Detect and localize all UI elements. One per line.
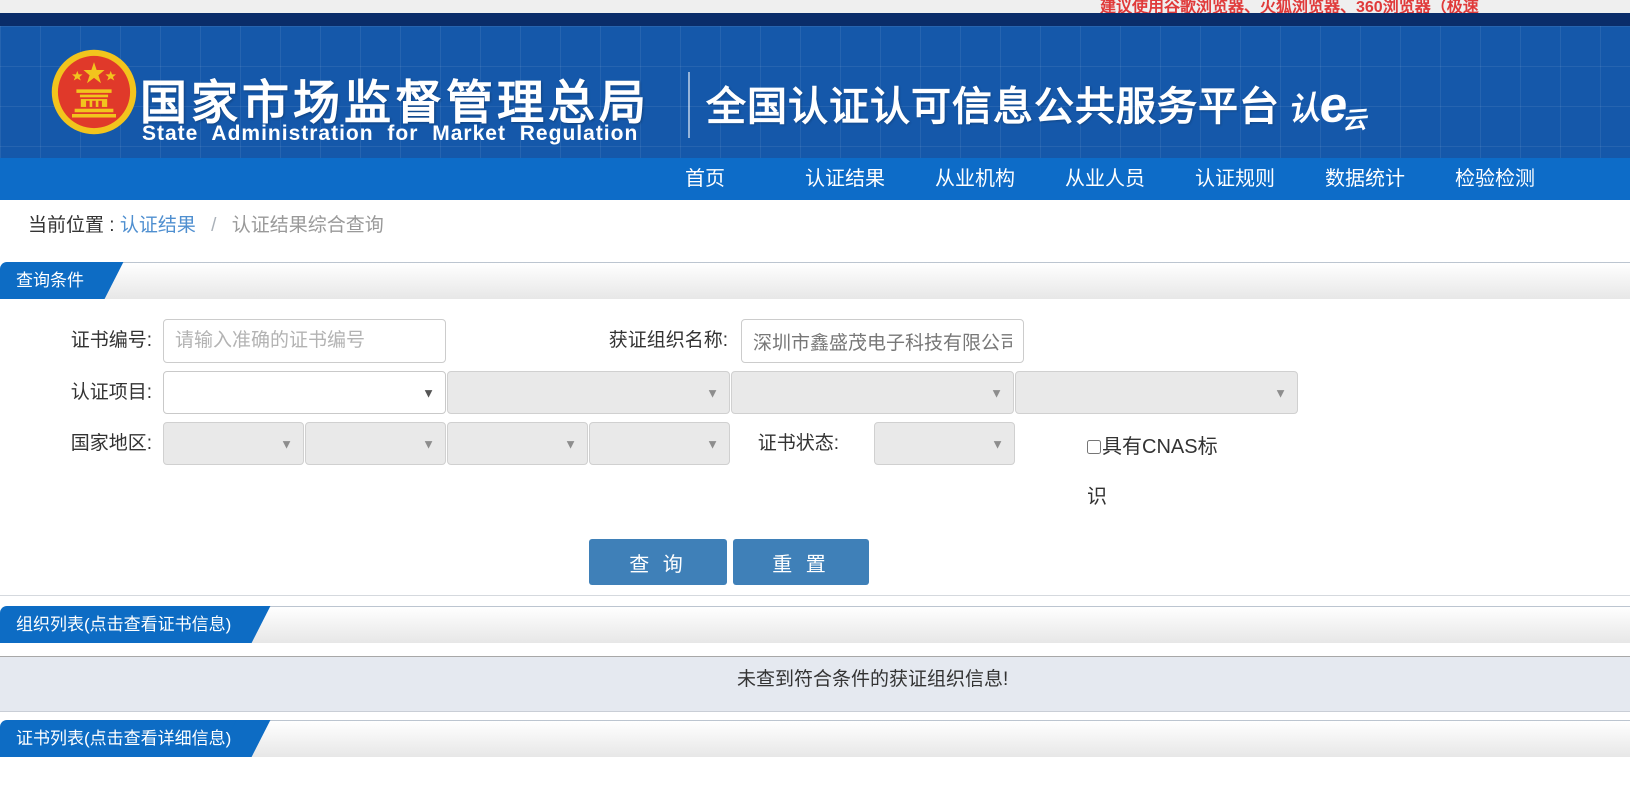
cert-project-select-1[interactable]: ▼ xyxy=(163,371,446,414)
chevron-down-icon: ▼ xyxy=(422,385,435,400)
org-list-header: 组织列表(点击查看证书信息) xyxy=(0,606,1630,643)
cert-project-select-3[interactable]: ▼ xyxy=(731,371,1014,414)
nav-item-home[interactable]: 首页 xyxy=(685,158,725,200)
org-name-en: State Administration for Market Regulati… xyxy=(142,122,639,145)
country-select-2[interactable]: ▼ xyxy=(305,422,446,465)
spacer xyxy=(0,252,1630,262)
site-header: 国家市场监督管理总局 State Administration for Mark… xyxy=(0,26,1630,158)
cert-list-panel: 证书列表(点击查看详细信息) xyxy=(0,720,1630,757)
chevron-down-icon: ▼ xyxy=(1274,385,1287,400)
form-row-cert-project: 认证项目: ▼ ▼ ▼ ▼ xyxy=(0,371,1630,414)
cnas-checkbox[interactable] xyxy=(1087,440,1101,454)
cnas-checkbox-group: 具有CNAS标识 xyxy=(1087,422,1227,522)
logo-part-yun: 云 xyxy=(1341,106,1368,136)
top-navy-divider xyxy=(0,13,1630,26)
breadcrumb: 当前位置 : 认证结果 / 认证结果综合查询 xyxy=(0,200,1630,252)
search-button[interactable]: 查 询 xyxy=(589,539,727,585)
spacer xyxy=(0,712,1630,720)
reset-button[interactable]: 重 置 xyxy=(733,539,869,585)
chevron-down-icon: ▼ xyxy=(991,436,1004,451)
cert-project-select-2[interactable]: ▼ xyxy=(447,371,730,414)
chevron-down-icon: ▼ xyxy=(706,436,719,451)
country-select-4[interactable]: ▼ xyxy=(589,422,730,465)
spacer xyxy=(0,643,1630,656)
breadcrumb-separator: / xyxy=(211,215,217,236)
query-panel-header: 查询条件 xyxy=(0,262,1630,299)
breadcrumb-prefix: 当前位置 : xyxy=(28,215,115,236)
chevron-down-icon: ▼ xyxy=(564,436,577,451)
cert-no-label: 证书编号: xyxy=(70,330,152,351)
nav-item-statistics[interactable]: 数据统计 xyxy=(1325,158,1405,200)
cert-status-select[interactable]: ▼ xyxy=(874,422,1015,465)
cert-list-tab-label: 证书列表(点击查看详细信息) xyxy=(16,729,232,748)
country-label: 国家地区: xyxy=(70,433,152,454)
nav-item-inspection[interactable]: 检验检测 xyxy=(1455,158,1535,200)
chevron-down-icon: ▼ xyxy=(422,436,435,451)
breadcrumb-current: 认证结果综合查询 xyxy=(231,215,384,236)
country-select-1[interactable]: ▼ xyxy=(163,422,304,465)
query-panel-tab: 查询条件 xyxy=(0,262,98,299)
nav-item-cert-rules[interactable]: 认证规则 xyxy=(1195,158,1275,200)
ren-e-yun-logo: 认e云 xyxy=(1285,69,1373,136)
chevron-down-icon: ▼ xyxy=(280,436,293,451)
nav-item-institutions[interactable]: 从业机构 xyxy=(935,158,1015,200)
form-row-cert-no: 证书编号: 获证组织名称: xyxy=(0,319,1630,363)
org-name-label: 获证组织名称: xyxy=(608,330,728,351)
country-select-3[interactable]: ▼ xyxy=(447,422,588,465)
form-buttons-row: 查 询 重 置 xyxy=(0,539,1630,585)
form-row-country: 国家地区: ▼ ▼ ▼ ▼ 证书状态: ▼ 具有CNAS标识 xyxy=(0,422,1630,522)
org-name-input[interactable] xyxy=(741,319,1024,363)
main-nav: 首页 认证结果 从业机构 从业人员 认证规则 数据统计 检验检测 xyxy=(0,158,1630,200)
platform-title: 全国认证认可信息公共服务平台 xyxy=(706,85,1280,129)
org-list-tab: 组织列表(点击查看证书信息) xyxy=(0,606,246,643)
browser-tip-text: 建议使用谷歌浏览器、火狐浏览器、360浏览器（极速 xyxy=(1100,0,1479,13)
empty-result-message: 未查到符合条件的获证组织信息! xyxy=(0,656,1630,712)
query-panel: 查询条件 证书编号: 获证组织名称: 认证项目: ▼ ▼ ▼ ▼ 国家地区: ▼… xyxy=(0,262,1630,596)
cert-no-input[interactable] xyxy=(163,319,446,363)
org-list-tab-label: 组织列表(点击查看证书信息) xyxy=(16,615,232,634)
cnas-label: 具有CNAS标识 xyxy=(1087,436,1218,508)
query-panel-tab-label: 查询条件 xyxy=(16,271,84,290)
spacer xyxy=(0,596,1630,606)
cert-status-label: 证书状态: xyxy=(757,433,839,454)
national-emblem-logo xyxy=(51,49,137,135)
breadcrumb-link-cert-results[interactable]: 认证结果 xyxy=(120,215,196,236)
org-list-panel: 组织列表(点击查看证书信息) 未查到符合条件的获证组织信息! xyxy=(0,606,1630,712)
browser-tip-strip: 建议使用谷歌浏览器、火狐浏览器、360浏览器（极速 xyxy=(0,0,1630,13)
chevron-down-icon: ▼ xyxy=(706,385,719,400)
cert-list-header: 证书列表(点击查看详细信息) xyxy=(0,720,1630,757)
nav-item-cert-results[interactable]: 认证结果 xyxy=(805,158,885,200)
chevron-down-icon: ▼ xyxy=(990,385,1003,400)
header-divider xyxy=(688,72,690,138)
nav-item-personnel[interactable]: 从业人员 xyxy=(1065,158,1145,200)
cert-list-tab: 证书列表(点击查看详细信息) xyxy=(0,720,246,757)
cert-project-select-4[interactable]: ▼ xyxy=(1015,371,1298,414)
logo-part-ren: 认 xyxy=(1286,89,1321,128)
cert-project-label: 认证项目: xyxy=(70,382,152,403)
query-form: 证书编号: 获证组织名称: 认证项目: ▼ ▼ ▼ ▼ 国家地区: ▼ ▼ ▼ … xyxy=(0,299,1630,596)
